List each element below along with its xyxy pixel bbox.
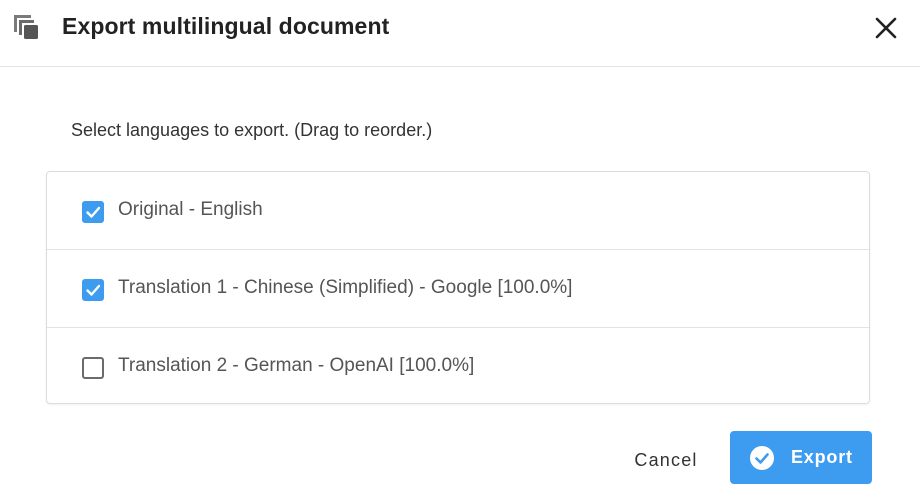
language-row-translation-2[interactable]: Translation 2 - German - OpenAI [100.0%] (47, 328, 869, 405)
language-checkbox[interactable] (82, 357, 104, 379)
language-row-translation-1[interactable]: Translation 1 - Chinese (Simplified) - G… (47, 250, 869, 328)
language-label: Translation 2 - German - OpenAI [100.0%] (118, 355, 475, 376)
cancel-button[interactable]: Cancel (612, 437, 720, 483)
language-label: Original - English (118, 199, 263, 220)
language-label: Translation 1 - Chinese (Simplified) - G… (118, 277, 573, 298)
export-button[interactable]: Export (730, 431, 872, 484)
language-checkbox[interactable] (82, 279, 104, 301)
close-icon[interactable] (872, 14, 900, 42)
language-list: Original - English Translation 1 - Chine… (46, 171, 870, 404)
dialog-header: Export multilingual document (0, 0, 920, 67)
export-label: Export (791, 447, 853, 467)
check-circle-icon (750, 446, 774, 470)
language-checkbox[interactable] (82, 201, 104, 223)
export-instructions: Select languages to export. (Drag to reo… (71, 120, 433, 140)
language-row-original[interactable]: Original - English (47, 172, 869, 250)
export-dialog: Export multilingual document Select lang… (0, 0, 920, 484)
copy-stack-icon (13, 14, 39, 40)
dialog-title: Export multilingual document (62, 13, 390, 39)
